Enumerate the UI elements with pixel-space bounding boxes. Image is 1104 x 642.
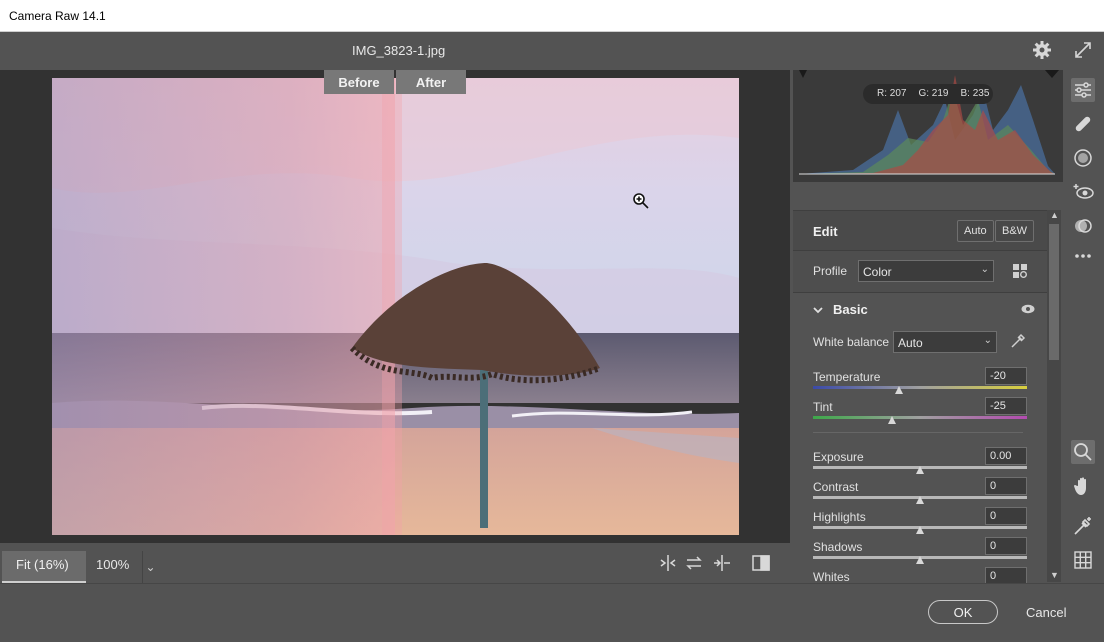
profile-select[interactable]: Color ⌄ bbox=[858, 260, 994, 282]
presets-icon[interactable] bbox=[1071, 214, 1095, 238]
slider-label: Contrast bbox=[813, 480, 859, 494]
fit-zoom-button[interactable]: Fit (16%) bbox=[2, 551, 86, 583]
slider-track[interactable] bbox=[813, 416, 1027, 419]
image-canvas[interactable]: Before After bbox=[0, 70, 790, 543]
slider-value-input[interactable]: -25 bbox=[985, 397, 1027, 415]
white-balance-value: Auto bbox=[898, 336, 923, 350]
before-label: Before bbox=[324, 70, 394, 94]
slider-value-input[interactable]: 0 bbox=[985, 477, 1027, 495]
edit-title: Edit bbox=[813, 224, 838, 239]
toggle-view-icon[interactable] bbox=[751, 553, 771, 573]
chevron-down-icon bbox=[813, 307, 823, 314]
slider-thumb[interactable] bbox=[888, 416, 897, 424]
top-bar: IMG_3823-1.jpg bbox=[0, 32, 1104, 70]
scroll-down-icon[interactable]: ▼ bbox=[1050, 570, 1059, 580]
slider-thumb[interactable] bbox=[916, 466, 924, 474]
red-readout: R: 207 bbox=[877, 88, 907, 99]
zoom-tool-icon[interactable] bbox=[1071, 440, 1095, 464]
file-name: IMG_3823-1.jpg bbox=[352, 43, 446, 58]
eye-icon[interactable] bbox=[1021, 304, 1035, 314]
slider-value-input[interactable]: 0 bbox=[985, 507, 1027, 525]
slider-value-input[interactable]: 0 bbox=[985, 537, 1027, 555]
blue-readout: B: 235 bbox=[960, 88, 990, 99]
white-balance-label: White balance bbox=[813, 335, 890, 349]
slider-thumb[interactable] bbox=[916, 526, 924, 534]
slider-label: Whites bbox=[813, 570, 850, 584]
dialog-footer: OK Cancel bbox=[0, 583, 1104, 642]
more-icon[interactable] bbox=[1071, 244, 1095, 268]
slider-label: Highlights bbox=[813, 510, 866, 524]
color-sampler-icon[interactable] bbox=[1071, 514, 1095, 538]
eyedropper-icon[interactable] bbox=[1009, 332, 1027, 350]
mask-icon[interactable] bbox=[1071, 146, 1095, 170]
profile-value: Color bbox=[863, 265, 892, 279]
slider-label: Shadows bbox=[813, 540, 863, 554]
slider-track[interactable] bbox=[813, 386, 1027, 389]
gear-icon[interactable] bbox=[1032, 40, 1052, 60]
grid-overlay-icon[interactable] bbox=[1071, 548, 1095, 572]
bw-button[interactable]: B&W bbox=[995, 220, 1035, 242]
profile-label: Profile bbox=[813, 264, 848, 278]
slider-label: Exposure bbox=[813, 450, 864, 464]
rgb-readout: R: 207 G: 219 B: 235 bbox=[863, 84, 993, 104]
before-after-split-icon[interactable] bbox=[658, 553, 678, 573]
window-title: Camera Raw 14.1 bbox=[9, 9, 106, 23]
red-eye-icon[interactable] bbox=[1071, 180, 1095, 204]
copy-settings-icon[interactable] bbox=[712, 553, 732, 573]
scrollbar-thumb[interactable] bbox=[1049, 224, 1059, 360]
edit-panel: R: 207 G: 219 B: 235 Edit Auto B&W Profi… bbox=[793, 70, 1063, 594]
slider-thumb[interactable] bbox=[916, 556, 924, 564]
slider-value-input[interactable]: 0.00 bbox=[985, 447, 1027, 465]
edit-header: Edit Auto B&W bbox=[793, 210, 1055, 250]
tool-strip bbox=[1063, 70, 1104, 583]
photo-preview[interactable] bbox=[52, 78, 739, 535]
slider-thumb[interactable] bbox=[894, 386, 903, 394]
window-titlebar: Camera Raw 14.1 bbox=[0, 0, 1104, 32]
chevron-down-icon: ⌄ bbox=[145, 560, 156, 574]
zoom-100-button[interactable]: 100% bbox=[96, 557, 129, 572]
chevron-down-icon: ⌄ bbox=[983, 335, 992, 346]
basic-section-header[interactable]: Basic bbox=[793, 292, 1055, 324]
before-after-labels: Before After bbox=[324, 70, 466, 94]
scroll-up-icon[interactable]: ▲ bbox=[1050, 210, 1059, 220]
swap-settings-icon[interactable] bbox=[684, 553, 704, 573]
fullscreen-icon[interactable] bbox=[1073, 40, 1093, 60]
after-label: After bbox=[396, 70, 466, 94]
highlight-clipping-icon[interactable] bbox=[1045, 70, 1059, 78]
panel-scrollbar[interactable]: ▲ ▼ bbox=[1047, 210, 1061, 582]
zoom-dropdown[interactable]: ⌄ bbox=[142, 551, 158, 583]
auto-button[interactable]: Auto bbox=[957, 220, 994, 242]
hand-tool-icon[interactable] bbox=[1071, 474, 1095, 498]
edit-sliders-icon[interactable] bbox=[1071, 78, 1095, 102]
section-divider bbox=[813, 432, 1023, 433]
slider-thumb[interactable] bbox=[916, 496, 924, 504]
slider-value-input[interactable]: -20 bbox=[985, 367, 1027, 385]
profile-row: Profile Color ⌄ bbox=[793, 250, 1055, 292]
shadow-clipping-icon[interactable] bbox=[799, 70, 807, 78]
cancel-button[interactable]: Cancel bbox=[1026, 605, 1066, 620]
healing-icon[interactable] bbox=[1071, 112, 1095, 136]
histogram: R: 207 G: 219 B: 235 bbox=[793, 70, 1063, 182]
ok-button[interactable]: OK bbox=[928, 600, 998, 624]
green-readout: G: 219 bbox=[918, 88, 949, 99]
slider-label: Tint bbox=[813, 400, 833, 414]
view-bar: Fit (16%) 100% ⌄ bbox=[0, 543, 790, 583]
basic-title: Basic bbox=[833, 302, 868, 317]
zoom-in-cursor-icon bbox=[633, 193, 649, 209]
white-balance-select[interactable]: Auto ⌄ bbox=[893, 331, 997, 353]
slider-label: Temperature bbox=[813, 370, 881, 384]
chevron-down-icon: ⌄ bbox=[980, 264, 989, 275]
profile-browser-icon[interactable] bbox=[1012, 263, 1028, 279]
